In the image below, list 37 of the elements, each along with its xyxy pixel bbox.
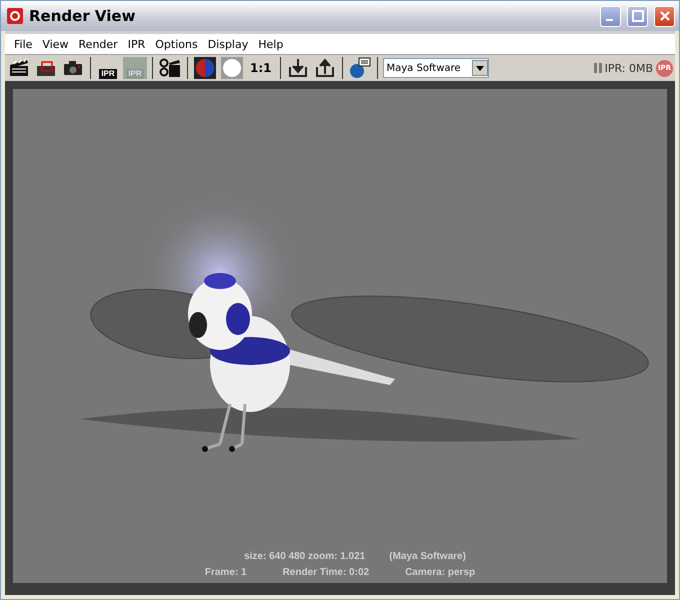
render-info-text: size: 640 480 zoom: 1.021 (244, 550, 366, 564)
maximize-icon (632, 10, 644, 22)
up-arrow-tray-icon (314, 58, 334, 78)
render-info-text: (Maya Software) (389, 550, 466, 564)
globe-note-icon (348, 57, 370, 79)
rgb-channels-button[interactable] (193, 56, 217, 80)
menu-item[interactable]: IPR (122, 38, 150, 50)
rgb-sphere-icon (194, 57, 216, 79)
clapperboard-region-icon (36, 59, 56, 77)
close-icon (658, 10, 670, 22)
close-button[interactable] (654, 6, 675, 26)
render-info-text: Render Time: 0:02 (282, 566, 370, 580)
minimize-button[interactable] (600, 6, 621, 26)
clapperboard-icon (9, 59, 29, 77)
render-info-text: Frame: 1 (204, 566, 247, 580)
pause-icon[interactable] (594, 63, 602, 73)
menu-item[interactable]: View (37, 38, 74, 50)
window-title: Render View (29, 7, 136, 25)
menu-item[interactable]: Display (202, 38, 254, 50)
caret-icon (472, 60, 488, 76)
menu-item[interactable]: Help (253, 38, 288, 50)
camera-icon (63, 60, 83, 76)
circle-icon (221, 57, 243, 79)
render-info-text: Camera: persp (405, 566, 476, 580)
app-icon (7, 8, 23, 24)
menu-item[interactable]: File (9, 38, 38, 50)
ipr-render-button[interactable]: IPR (96, 57, 120, 79)
menu-item[interactable]: Options (150, 38, 203, 50)
down-arrow-tray-icon (288, 58, 308, 78)
render-settings-button[interactable] (158, 56, 182, 80)
real-size-button[interactable]: 1:1 (247, 61, 274, 75)
ipr-memory-label: IPR: 0MB (604, 62, 653, 74)
log-button[interactable] (348, 56, 372, 80)
minimize-icon (606, 19, 612, 21)
maximize-button[interactable] (627, 6, 648, 26)
menu-item[interactable]: Render (74, 38, 123, 50)
renderer-dropdown[interactable]: Maya Software (382, 58, 488, 78)
